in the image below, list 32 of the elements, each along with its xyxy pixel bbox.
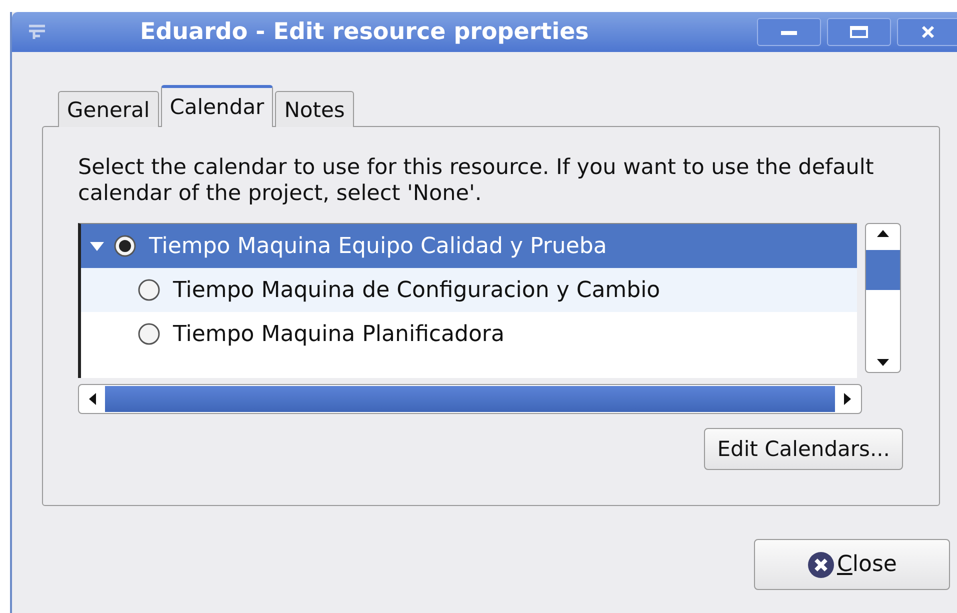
calendar-name: Tiempo Maquina Equipo Calidad y Prueba: [149, 234, 607, 258]
cancel-icon: [807, 550, 836, 578]
radio-icon[interactable]: [137, 278, 161, 302]
close-icon: [920, 25, 936, 39]
scroll-right-icon[interactable]: [843, 392, 853, 406]
horizontal-scrollbar[interactable]: [78, 384, 862, 414]
vertical-scrollbar[interactable]: [865, 223, 901, 373]
maximize-button[interactable]: [827, 18, 891, 46]
scroll-left-icon[interactable]: [87, 392, 97, 406]
maximize-icon: [849, 25, 869, 39]
calendar-name: Tiempo Maquina Planificadora: [173, 322, 504, 346]
scroll-down-icon[interactable]: [876, 358, 890, 368]
tab[interactable]: General: [58, 91, 159, 127]
scroll-thumb[interactable]: [866, 250, 900, 290]
tab[interactable]: Calendar: [160, 85, 274, 127]
calendar-name: Tiempo Maquina de Configuracion y Cambio: [173, 278, 660, 302]
radio-icon[interactable]: [137, 322, 161, 346]
expander-icon[interactable]: [89, 240, 105, 252]
tree-row[interactable]: Tiempo Maquina Equipo Calidad y Prueba: [81, 224, 857, 268]
tree-row[interactable]: Tiempo Maquina de Configuracion y Cambio: [81, 268, 857, 312]
scroll-thumb[interactable]: [105, 386, 835, 412]
radio-icon[interactable]: [113, 234, 137, 258]
close-window-button[interactable]: [897, 18, 957, 46]
window-title: Eduardo - Edit resource properties: [140, 19, 589, 45]
window-menu-icon[interactable]: [26, 22, 48, 42]
tree-row[interactable]: Tiempo Maquina Planificadora: [81, 312, 857, 356]
edit-calendars-button[interactable]: Edit Calendars...: [704, 428, 903, 470]
tab[interactable]: Notes: [275, 91, 354, 127]
instructions-text: Select the calendar to use for this resource. If you want to use the default calendar of the project, select 'None'.: [78, 155, 875, 207]
close-button[interactable]: Close: [754, 539, 950, 590]
scroll-up-icon[interactable]: [876, 228, 890, 238]
minimize-button[interactable]: [757, 18, 821, 46]
